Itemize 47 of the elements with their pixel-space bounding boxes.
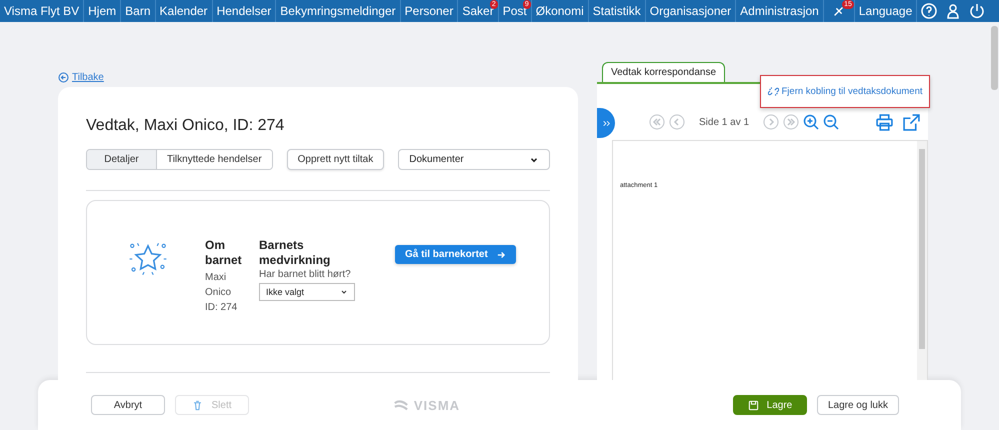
tab[interactable]: Detaljer [87,150,156,169]
documents-dropdown[interactable]: Dokumenter [398,149,550,170]
save-button[interactable]: Lagre [732,395,807,415]
logo-text: VISMA [259,398,593,412]
tab[interactable]: Tilknyttede hendelser [156,150,272,169]
nav-item[interactable]: Kalender [156,0,213,22]
expand-panel-button[interactable] [597,108,615,138]
nav-item[interactable]: Personer [400,0,458,22]
child-card-button[interactable]: Gå til barnekortet [395,245,516,264]
external-link-icon [903,114,920,130]
double-chevron-icon [602,118,610,128]
zoom-in-icon [803,114,820,130]
nav-item[interactable]: Organisasjoner [646,0,736,22]
arrow-right-icon [496,250,506,260]
nav-item[interactable]: Hendelser [212,0,276,22]
trash-icon [192,400,204,410]
page-title: Vedtak, Maxi Onico, ID: 274 [86,117,284,135]
language-menu[interactable]: Language [854,0,918,22]
logo-swoosh-icon [392,398,410,412]
panel-tab[interactable]: Vedtak korrespondanse [602,62,725,82]
nav-item[interactable]: Administrasjon [736,0,824,22]
create-button[interactable]: Opprett nytt tiltak [286,149,384,170]
nav-item[interactable]: Hjem [84,0,122,22]
back-arrow-icon [58,72,69,83]
action-button[interactable]: Avbryt [91,395,165,415]
help-icon [921,3,938,19]
power-icon [969,3,986,19]
child-id: ID: 274 [205,301,238,315]
section-heading: Om barnet [205,238,243,268]
nav-item[interactable]: Statistikk [588,0,646,22]
brand-title[interactable]: Visma Flyt BV [0,0,84,22]
scrollbar[interactable] [917,141,927,380]
nav-item[interactable]: Bekymringsmeldinger [276,0,401,22]
user-icon [945,3,962,19]
nav-item[interactable]: Økonomi [532,0,589,22]
unlink-menu-item[interactable]: Fjern kobling til vedtaksdokument [760,75,930,108]
field-label: Har barnet blitt hørt? [259,268,352,281]
section-heading: Barnets medvirkning [259,238,332,268]
back-link[interactable]: Tilbake [58,72,104,83]
chevron-down-icon [340,288,348,296]
print-icon [876,114,893,130]
zoom-out-icon [823,114,840,130]
child-name: Maxi Onico [205,271,232,300]
action-button[interactable]: Lagre og lukk [816,395,899,415]
nav-item[interactable]: Barn [121,0,156,22]
heard-dropdown[interactable]: Ikke valgt [259,283,355,301]
page-info: Side 1 av 1 [699,116,750,128]
